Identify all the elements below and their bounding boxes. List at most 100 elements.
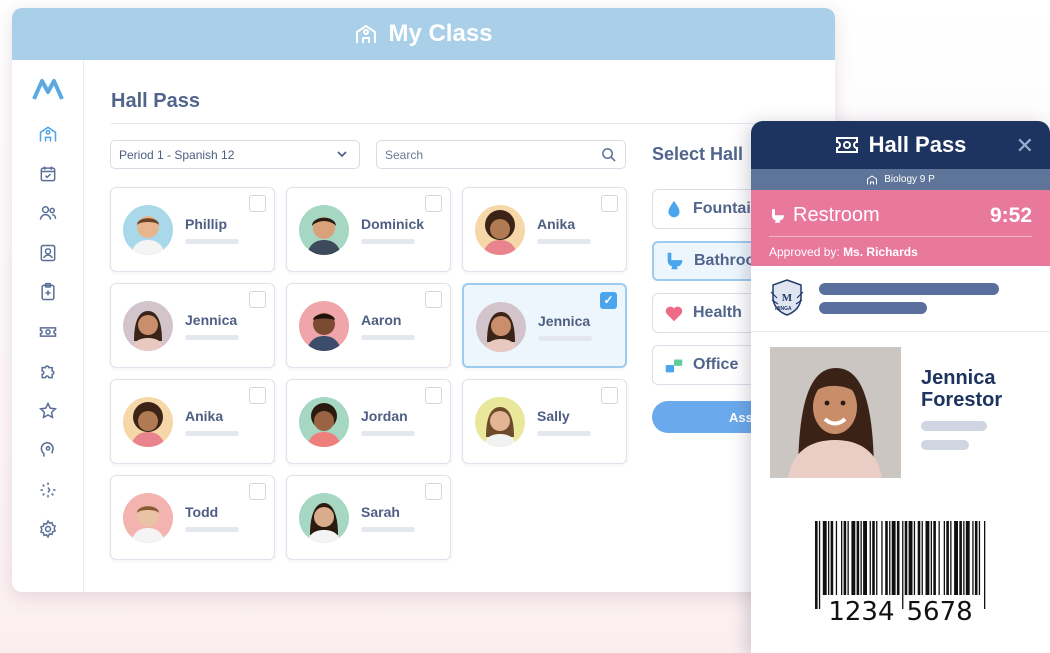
student-checkbox[interactable] [601, 195, 618, 212]
window-titlebar: My Class [12, 8, 835, 60]
student-checkbox[interactable] [425, 195, 442, 212]
student-card[interactable]: Jordan [286, 379, 451, 464]
school-icon[interactable] [37, 123, 59, 145]
users-icon[interactable] [37, 202, 59, 224]
barcode-bar [946, 521, 949, 595]
student-card[interactable]: Todd [110, 475, 275, 560]
barcode-bar [954, 521, 958, 595]
student-card[interactable]: Aaron [286, 283, 451, 368]
loader-icon[interactable] [37, 479, 59, 501]
student-last-name: Forestor [921, 389, 1003, 411]
approved-by: Approved by: Ms. Richards [769, 245, 918, 259]
barcode-bar [943, 521, 945, 595]
student-checkbox[interactable] [425, 483, 442, 500]
school-icon [356, 24, 377, 43]
barcode-bar [965, 521, 970, 595]
clipboard-icon[interactable] [37, 281, 59, 303]
barcode-bar [843, 521, 847, 595]
barcode-number-right: 5678 [906, 597, 973, 627]
barcode-bar [896, 521, 900, 595]
minga-logo[interactable] [31, 78, 64, 105]
barcode-bar [876, 521, 878, 595]
student-card-selected[interactable]: Jennica ✓ [462, 283, 627, 368]
pass-destination: Restroom [769, 204, 880, 227]
barcode-bar [972, 521, 974, 595]
period-select[interactable]: Period 1 - Spanish 12 [110, 140, 360, 169]
student-card[interactable]: Sarah [286, 475, 451, 560]
barcode-bar [815, 521, 818, 609]
student-checkbox-checked[interactable]: ✓ [600, 292, 617, 309]
approved-prefix: Approved by: [769, 245, 840, 259]
student-checkbox[interactable] [249, 291, 266, 308]
school-row: M MINGA [751, 266, 1050, 332]
barcode-bar [822, 521, 827, 595]
barcode-number: 1234 5678 [813, 597, 988, 627]
search-input[interactable]: Search [376, 140, 626, 169]
close-icon[interactable]: ✕ [1016, 133, 1034, 159]
head-icon[interactable] [37, 439, 59, 461]
placeholder-bar [361, 527, 415, 532]
period-select-value: Period 1 - Spanish 12 [119, 148, 235, 162]
barcode-bar [938, 521, 940, 595]
barcode-bar [872, 521, 875, 595]
gear-icon[interactable] [37, 518, 59, 540]
barcode-number-left: 1234 [828, 597, 895, 627]
barcode-bar [841, 521, 843, 595]
barcode-bar [856, 521, 860, 595]
student-name: Sarah [361, 504, 400, 520]
barcode-bar [925, 521, 930, 595]
barcode-bar [908, 521, 913, 595]
student-card[interactable]: Jennica [110, 283, 275, 368]
toilet-icon [772, 208, 784, 223]
pass-timer: 9:52 [989, 204, 1032, 227]
student-first-name: Jennica [921, 367, 996, 389]
star-icon[interactable] [37, 400, 59, 422]
student-checkbox[interactable] [249, 483, 266, 500]
hall-option-label: Office [693, 356, 739, 373]
student-grid: Phillip Dominick Anika Jennica Aaron Jen… [110, 187, 627, 560]
student-name: Dominick [361, 216, 425, 232]
calendar-check-icon[interactable] [37, 163, 59, 185]
student-photo [770, 347, 901, 478]
barcode-bar [950, 521, 952, 595]
avatar [475, 397, 525, 447]
avatar [299, 301, 349, 351]
student-card[interactable]: Anika [462, 187, 627, 272]
student-card[interactable]: Phillip [110, 187, 275, 272]
avatar [123, 493, 173, 543]
student-card[interactable]: Anika [110, 379, 275, 464]
student-checkbox[interactable] [249, 387, 266, 404]
student-card[interactable]: Sally [462, 379, 627, 464]
main-panel: Hall Pass Period 1 - Spanish 12 Search P… [84, 60, 835, 592]
ticket-icon[interactable] [37, 321, 59, 343]
school-crest-icon: M [770, 279, 804, 316]
student-checkbox[interactable] [601, 387, 618, 404]
barcode-bar [963, 521, 965, 595]
destination-label: Restroom [793, 204, 880, 226]
barcode-bar [974, 521, 978, 595]
pass-status: Restroom 9:52 Approved by: Ms. Richards [751, 190, 1050, 266]
student-name: Todd [185, 504, 219, 520]
barcode-bar [902, 521, 904, 609]
placeholder-bar [921, 421, 987, 431]
student-name: Jennica [185, 312, 238, 328]
barcode-bar [818, 521, 821, 609]
student-name: Sally [537, 408, 570, 424]
id-card-icon[interactable] [37, 242, 59, 264]
student-checkbox[interactable] [425, 291, 442, 308]
school-icon [867, 174, 878, 184]
student-checkbox[interactable] [249, 195, 266, 212]
barcode-bar [881, 521, 883, 595]
barcode-bar [885, 521, 888, 595]
my-class-window: My Class Hall Pass Period 1 - Spanish 12… [12, 8, 835, 592]
search-placeholder: Search [385, 148, 424, 162]
divider [769, 236, 1032, 237]
barcode-bar [847, 521, 849, 595]
puzzle-icon[interactable] [37, 360, 59, 382]
barcode-bar [984, 521, 986, 609]
student-card[interactable]: Dominick [286, 187, 451, 272]
student-checkbox[interactable] [425, 387, 442, 404]
svg-text:M: M [782, 292, 793, 304]
placeholder-bar [185, 335, 239, 340]
barcode-bar [930, 521, 932, 595]
